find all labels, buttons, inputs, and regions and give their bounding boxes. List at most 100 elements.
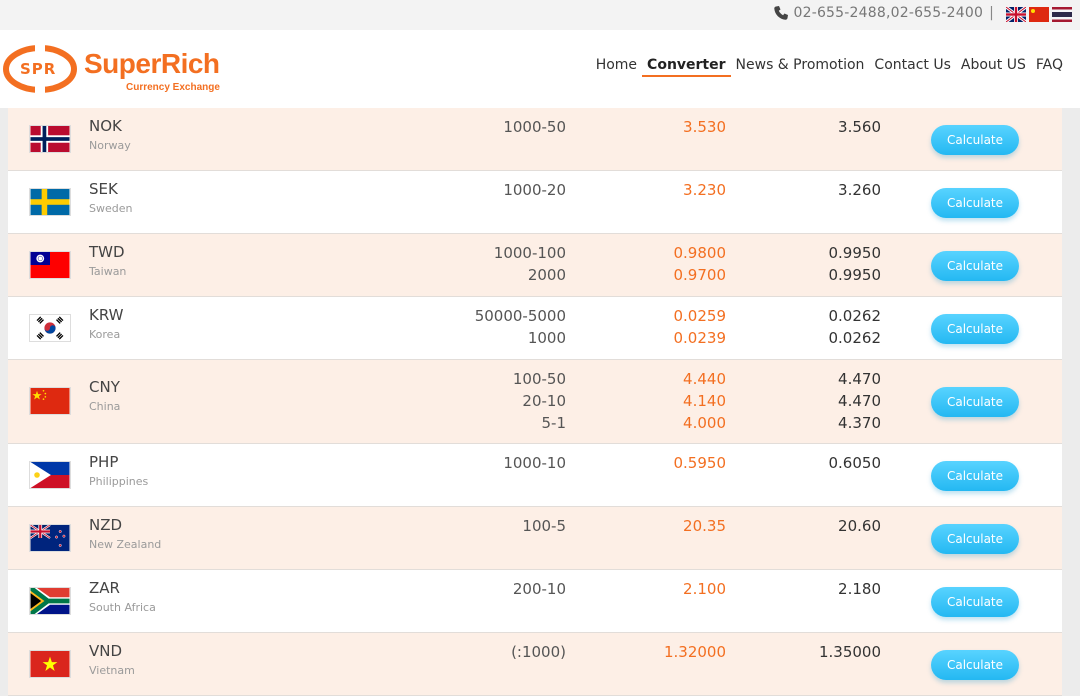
currency-code: NZD: [89, 516, 123, 534]
currency-code: ZAR: [89, 579, 120, 597]
sell-rate: 0.9950: [828, 266, 882, 284]
currency-code: CNY: [89, 378, 120, 396]
calculate-button[interactable]: Calculate: [931, 650, 1019, 680]
rate-row-twd: TWD Taiwan 1000-100 2000 0.9800 0.9700 0.9950 0…: [8, 234, 1062, 297]
phone-icon: [774, 6, 789, 20]
china-flag-icon[interactable]: [1029, 7, 1049, 22]
rate-row-krw: KRW Korea 50000-5000 1000 0.0259 0.0239 0.0262…: [8, 297, 1062, 360]
sell-rate-column: 0.0262 0.0262: [829, 305, 882, 349]
thailand-flag-icon[interactable]: [1052, 7, 1072, 22]
denomination: 2000: [527, 266, 566, 284]
calculate-button[interactable]: Calculate: [931, 587, 1019, 617]
divider: |: [989, 5, 994, 21]
buy-rate: 0.9700: [673, 266, 727, 284]
buy-rate: 1.32000: [663, 643, 726, 661]
denomination: 100-5: [522, 517, 566, 535]
currency-code: KRW: [89, 306, 124, 324]
calculate-button[interactable]: Calculate: [931, 251, 1019, 281]
rate-row-vnd: VND Vietnam (:1000) 1.32000 1.35000 Calculate: [8, 633, 1062, 696]
korea-flag-icon: [29, 314, 71, 342]
country-name: Korea: [89, 328, 121, 341]
sell-rate: 3.560: [838, 118, 881, 136]
buy-rate: 0.5950: [673, 454, 727, 472]
buy-rate-column: 0.9800 0.9700: [674, 242, 727, 286]
country-name: Sweden: [89, 202, 133, 215]
sell-rate-column: 0.6050: [829, 452, 882, 474]
new-zealand-flag-icon: [29, 524, 71, 552]
denomination-column: 50000-5000 1000: [475, 305, 566, 349]
vietnam-flag-icon: [29, 650, 71, 678]
denomination: 1000: [527, 329, 566, 347]
nav-about-us[interactable]: About US: [956, 55, 1031, 77]
denomination-column: 100-50 20-10 5-1: [513, 368, 566, 434]
rate-row-nok: NOK Norway 1000-50 3.530 3.560 Calculate: [8, 108, 1062, 171]
rate-table: NOK Norway 1000-50 3.530 3.560 Calculate SEK Sw…: [8, 108, 1062, 696]
calculate-button[interactable]: Calculate: [931, 314, 1019, 344]
currency-code: PHP: [89, 453, 119, 471]
main-nav: Home Converter News & Promotion Contact …: [591, 55, 1068, 77]
buy-rate-column: 0.5950: [674, 452, 727, 474]
denomination-column: 1000-50: [503, 116, 566, 138]
calculate-button[interactable]: Calculate: [931, 188, 1019, 218]
buy-rate-column: 1.32000: [664, 641, 726, 663]
buy-rate: 20.35: [683, 517, 726, 535]
country-name: South Africa: [89, 601, 156, 614]
nav-news-promotion[interactable]: News & Promotion: [731, 55, 870, 77]
denomination-column: 100-5: [522, 515, 566, 537]
uk-flag-icon[interactable]: [1006, 7, 1026, 22]
nav-contact-us[interactable]: Contact Us: [869, 55, 955, 77]
currency-code: VND: [89, 642, 123, 660]
sell-rate-column: 1.35000: [819, 641, 881, 663]
rate-row-php: PHP Philippines 1000-10 0.5950 0.6050 Calcula…: [8, 444, 1062, 507]
sell-rate: 4.470: [838, 392, 881, 410]
country-name: Taiwan: [89, 265, 127, 278]
sell-rate: 20.60: [838, 517, 881, 535]
sell-rate-column: 3.560: [838, 116, 881, 138]
denomination: 1000-10: [503, 454, 566, 472]
sell-rate-column: 2.180: [838, 578, 881, 600]
calculate-button[interactable]: Calculate: [931, 524, 1019, 554]
sell-rate: 0.0262: [828, 329, 882, 347]
calculate-button[interactable]: Calculate: [931, 387, 1019, 417]
nav-home[interactable]: Home: [591, 55, 642, 77]
denomination: 1000-20: [503, 181, 566, 199]
currency-code: NOK: [89, 117, 122, 135]
denomination: 50000-5000: [474, 307, 566, 325]
south-africa-flag-icon: [29, 587, 71, 615]
logo-mark: SPR: [20, 60, 57, 78]
language-selector: [1006, 7, 1072, 22]
buy-rate: 4.440: [683, 370, 726, 388]
nav-faq[interactable]: FAQ: [1031, 55, 1068, 77]
sell-rate: 2.180: [838, 580, 881, 598]
buy-rate: 2.100: [683, 580, 726, 598]
calculate-button[interactable]: Calculate: [931, 125, 1019, 155]
sell-rate-column: 4.470 4.470 4.370: [838, 368, 881, 434]
buy-rate-column: 3.230: [683, 179, 726, 201]
country-name: Vietnam: [89, 664, 135, 677]
nav-converter[interactable]: Converter: [642, 55, 731, 77]
rate-row-nzd: NZD New Zealand 100-5 20.35 20.60 Calculate: [8, 507, 1062, 570]
logo-subtitle: Currency Exchange: [126, 82, 220, 93]
calculate-button[interactable]: Calculate: [931, 461, 1019, 491]
sell-rate: 0.0262: [828, 307, 882, 325]
country-name: Norway: [89, 139, 131, 152]
superrich-logo[interactable]: SPR SuperRich Currency Exchange: [0, 44, 230, 94]
sell-rate: 1.35000: [818, 643, 881, 661]
rate-row-zar: ZAR South Africa 200-10 2.100 2.180 Calculate: [8, 570, 1062, 633]
taiwan-flag-icon: [29, 251, 71, 279]
philippines-flag-icon: [29, 461, 71, 489]
rate-row-cny: CNY China 100-50 20-10 5-1 4.440 4.140 4.000 4.4…: [8, 360, 1062, 444]
denomination-column: 1000-10: [503, 452, 566, 474]
country-name: Philippines: [89, 475, 149, 488]
contact-info: 02-655-2488,02-655-2400 |: [773, 5, 994, 21]
china-flag-icon: [29, 387, 71, 415]
sell-rate: 0.6050: [828, 454, 882, 472]
buy-rate: 0.9800: [673, 244, 727, 262]
rate-row-sek: SEK Sweden 1000-20 3.230 3.260 Calculate: [8, 171, 1062, 234]
sell-rate: 4.370: [838, 414, 881, 432]
buy-rate-column: 0.0259 0.0239: [674, 305, 727, 349]
buy-rate-column: 4.440 4.140 4.000: [683, 368, 726, 434]
phone-numbers: 02-655-2488,02-655-2400: [793, 5, 984, 21]
buy-rate-column: 3.530: [683, 116, 726, 138]
buy-rate: 0.0259: [673, 307, 727, 325]
